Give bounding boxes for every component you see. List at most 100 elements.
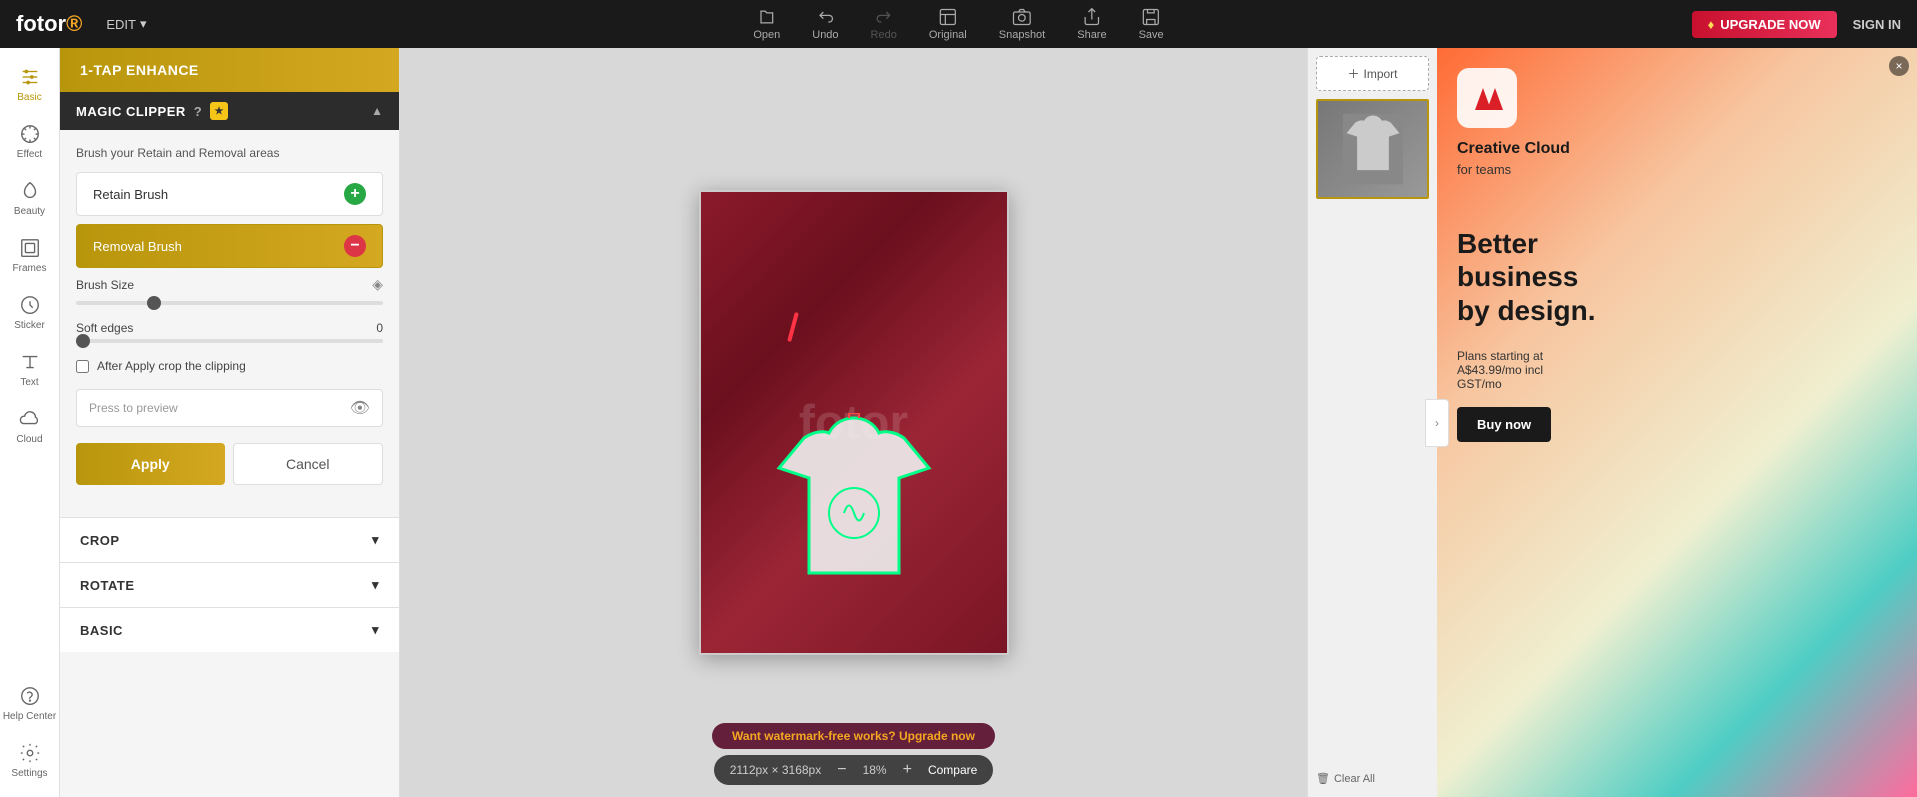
chevron-up-icon: ▲ — [371, 104, 383, 118]
top-bar: fotor® EDIT ▾ Open Undo Redo Original Sn… — [0, 0, 1917, 48]
magic-clipper-header[interactable]: MAGIC CLIPPER ? ★ ▲ — [60, 92, 399, 130]
upgrade-button[interactable]: UPGRADE NOW — [1692, 11, 1837, 38]
image-dimensions: 2112px × 3168px — [730, 763, 822, 777]
toolbar-redo[interactable]: Redo — [871, 7, 897, 41]
ad-description: Plans starting at A$43.99/mo incl GST/mo — [1457, 335, 1897, 391]
zoom-in-button[interactable]: + — [899, 761, 916, 779]
panel-collapse-button[interactable]: › — [1425, 399, 1449, 447]
rotate-section: ROTATE ▾ — [60, 562, 399, 607]
trash-icon: 🗑 — [1316, 772, 1330, 785]
crop-checkbox-row: After Apply crop the clipping — [76, 359, 383, 373]
canvas-area: fotor Want watermark-free works? Upgr — [400, 48, 1307, 797]
tshirt-container — [769, 413, 939, 613]
crop-section: CROP ▾ — [60, 517, 399, 562]
ad-panel: × Creative Cloud for teams Better busine… — [1437, 48, 1917, 797]
basic-section: BASIC ▾ — [60, 607, 399, 652]
signin-button[interactable]: SIGN IN — [1853, 17, 1901, 32]
retain-plus-icon: + — [344, 183, 366, 205]
toolbar-save[interactable]: Save — [1139, 7, 1164, 41]
chevron-down-icon-3: ▾ — [372, 622, 379, 638]
preview-row[interactable]: Press to preview 👁 — [76, 389, 383, 427]
sidebar-item-basic[interactable]: Basic — [0, 56, 59, 113]
sidebar-item-frames[interactable]: Frames — [0, 227, 59, 284]
pro-badge: ★ — [210, 102, 228, 120]
sidebar-label-text: Text — [20, 377, 38, 388]
sidebar-item-sticker[interactable]: Sticker — [0, 284, 59, 341]
image-canvas: fotor — [699, 190, 1009, 655]
basic-header[interactable]: BASIC ▾ — [60, 608, 399, 652]
help-icon[interactable]: ? — [194, 104, 202, 119]
ad-content: Creative Cloud for teams Better business… — [1437, 48, 1917, 462]
crop-checkbox[interactable] — [76, 360, 89, 373]
zoom-out-button[interactable]: − — [833, 761, 850, 779]
right-panel: ＋ Import › 🗑 Clear All — [1307, 48, 1437, 797]
ad-close-button[interactable]: × — [1889, 56, 1909, 76]
zoom-bar: 2112px × 3168px − 18% + Compare — [714, 755, 994, 785]
upgrade-banner[interactable]: Want watermark-free works? Upgrade now — [712, 723, 995, 749]
sidebar-item-help[interactable]: Help Center — [0, 675, 59, 732]
sidebar-item-text[interactable]: Text — [0, 341, 59, 398]
toolbar-share[interactable]: Share — [1077, 7, 1106, 41]
one-tap-enhance-button[interactable]: 1-TAP ENHANCE — [60, 48, 399, 92]
ad-heading: Better business by design. — [1457, 193, 1897, 327]
crop-header[interactable]: CROP ▾ — [60, 518, 399, 562]
apply-button[interactable]: Apply — [76, 443, 225, 485]
icon-sidebar: Basic Effect Beauty Frames Sticker Text … — [0, 48, 60, 797]
eraser-icon: ◈ — [372, 276, 383, 293]
sidebar-item-effect[interactable]: Effect — [0, 113, 59, 170]
removal-minus-icon: − — [344, 235, 366, 257]
sidebar-label-settings: Settings — [11, 768, 47, 779]
canvas-bottom-bar: Want watermark-free works? Upgrade now 2… — [400, 723, 1307, 797]
sidebar-label-frames: Frames — [13, 263, 47, 274]
toolbar-center: Open Undo Redo Original Snapshot Share — [753, 7, 1163, 41]
retain-brush-button[interactable]: Retain Brush + — [76, 172, 383, 216]
sidebar-label-sticker: Sticker — [14, 320, 45, 331]
clear-all-button[interactable]: 🗑 Clear All — [1316, 772, 1429, 785]
brush-stroke — [787, 312, 799, 342]
chevron-down-icon-2: ▾ — [372, 577, 379, 593]
toolbar-open[interactable]: Open — [753, 7, 780, 41]
brush-size-slider[interactable] — [76, 301, 383, 305]
zoom-level: 18% — [863, 763, 887, 777]
sidebar-item-settings[interactable]: Settings — [0, 732, 59, 789]
sidebar-label-effect: Effect — [17, 149, 42, 160]
ad-cta-button[interactable]: Buy now — [1457, 407, 1551, 442]
rotate-header[interactable]: ROTATE ▾ — [60, 563, 399, 607]
magic-clipper-title-text: MAGIC CLIPPER — [76, 104, 186, 119]
toolbar-right: UPGRADE NOW SIGN IN — [1692, 11, 1901, 38]
sidebar-label-cloud: Cloud — [16, 434, 42, 445]
brush-size-row: Brush Size ◈ — [76, 276, 383, 293]
sidebar-item-beauty[interactable]: Beauty — [0, 170, 59, 227]
panel-subtitle: Brush your Retain and Removal areas — [76, 146, 383, 160]
ad-product-title: Creative Cloud — [1457, 140, 1897, 158]
soft-edges-slider[interactable] — [76, 339, 383, 343]
chevron-down-icon: ▾ — [372, 532, 379, 548]
toolbar-original[interactable]: Original — [929, 7, 967, 41]
sidebar-label-help: Help Center — [3, 711, 56, 722]
magic-clipper-panel: Brush your Retain and Removal areas Reta… — [60, 130, 399, 517]
sidebar-label-basic: Basic — [17, 92, 41, 103]
preview-text: Press to preview — [89, 401, 178, 415]
action-row: Apply Cancel — [76, 443, 383, 485]
ad-product-subtitle: for teams — [1457, 162, 1897, 177]
toolbar-snapshot[interactable]: Snapshot — [999, 7, 1045, 41]
tool-panel: 1-TAP ENHANCE MAGIC CLIPPER ? ★ ▲ Brush … — [60, 48, 400, 797]
removal-brush-button[interactable]: Removal Brush − — [76, 224, 383, 268]
thumbnail[interactable] — [1316, 99, 1429, 199]
compare-button[interactable]: Compare — [928, 763, 977, 777]
crop-checkbox-label: After Apply crop the clipping — [97, 359, 246, 373]
thumbnail-image — [1318, 101, 1427, 197]
cancel-button[interactable]: Cancel — [233, 443, 384, 485]
soft-edges-slider-container — [76, 339, 383, 343]
import-button[interactable]: ＋ Import — [1316, 56, 1429, 91]
edit-button[interactable]: EDIT ▾ — [106, 16, 146, 32]
ad-logo — [1457, 68, 1517, 128]
sidebar-item-cloud[interactable]: Cloud — [0, 398, 59, 455]
soft-edges-row: Soft edges 0 — [76, 321, 383, 335]
toolbar-undo[interactable]: Undo — [812, 7, 838, 41]
brush-size-slider-container — [76, 301, 383, 305]
tshirt-svg — [769, 413, 939, 613]
sidebar-label-beauty: Beauty — [14, 206, 45, 217]
main-layout: Basic Effect Beauty Frames Sticker Text … — [0, 48, 1917, 797]
app-logo: fotor® — [16, 11, 82, 37]
